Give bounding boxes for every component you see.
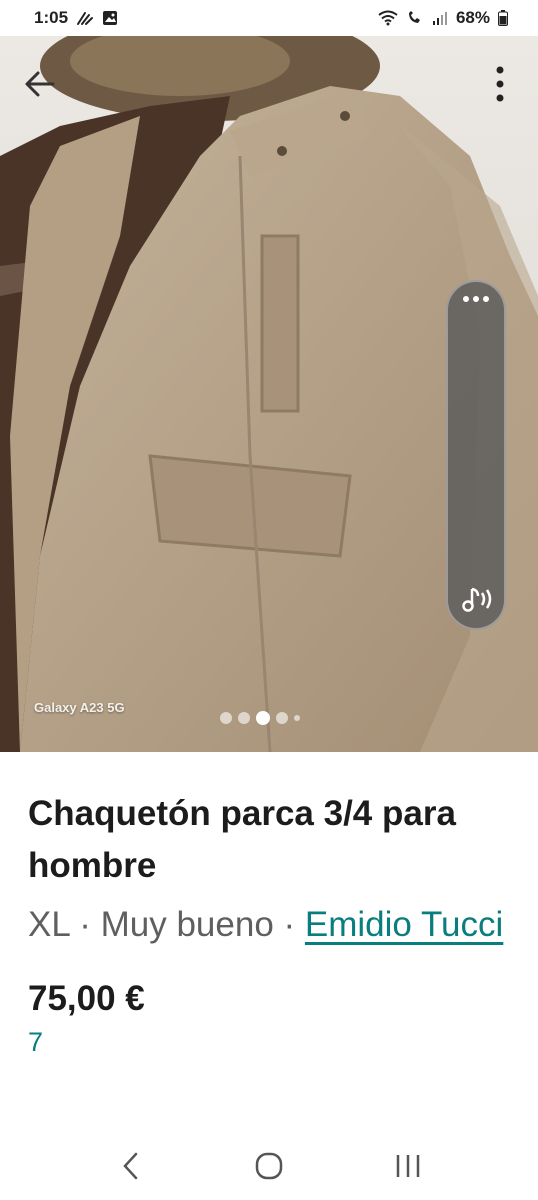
pager-dot[interactable] [276, 712, 288, 724]
nav-back-button[interactable] [100, 1141, 160, 1191]
pager-dot[interactable] [220, 712, 232, 724]
pager-dot[interactable] [294, 715, 300, 721]
panel-menu-button[interactable] [448, 296, 504, 302]
home-icon [255, 1152, 283, 1180]
dot-icon [473, 296, 479, 302]
recents-icon [397, 1155, 420, 1177]
call-icon [406, 10, 424, 26]
product-price: 75,00 € [28, 979, 145, 1018]
product-details: Chaquetón parca 3/4 para hombre XL · Muy… [0, 752, 538, 1132]
status-left: 1:05 [34, 8, 118, 28]
pager-dot[interactable] [238, 712, 250, 724]
meta-separator: · [69, 905, 101, 944]
product-photo[interactable]: Galaxy A23 5G [0, 36, 538, 752]
battery-percent: 68% [455, 8, 490, 27]
status-bar: 1:05 68% [0, 0, 538, 36]
product-meta: XL · Muy bueno · Emidio Tucci [28, 898, 508, 951]
audio-button[interactable] [458, 582, 498, 618]
gesture-icon [76, 10, 94, 26]
favorites-count[interactable]: 7 [28, 1025, 510, 1059]
arrow-left-icon [25, 71, 55, 97]
floating-side-panel[interactable] [446, 280, 506, 630]
back-button[interactable] [20, 64, 60, 104]
product-size: XL [28, 905, 70, 944]
image-pager[interactable] [220, 711, 300, 725]
signal-icon [432, 10, 448, 26]
wifi-icon [378, 10, 398, 26]
pager-dot-active[interactable] [256, 711, 270, 725]
chevron-left-icon [122, 1152, 137, 1180]
image-icon [102, 10, 118, 26]
dot-icon [483, 296, 489, 302]
more-options-button[interactable] [486, 62, 514, 106]
dot-icon [463, 296, 469, 302]
status-time: 1:05 [34, 8, 69, 27]
product-title: Chaquetón parca 3/4 para hombre [28, 794, 456, 885]
product-condition: Muy bueno [100, 905, 274, 944]
music-sound-icon [462, 587, 492, 612]
status-right: 68% [378, 8, 508, 28]
meta-separator: · [273, 905, 305, 944]
nav-home-button[interactable] [239, 1141, 299, 1191]
system-nav-bar [0, 1132, 538, 1200]
brand-link[interactable]: Emidio Tucci [305, 905, 503, 944]
battery-icon [498, 10, 508, 26]
more-vertical-icon [496, 66, 504, 102]
nav-recents-button[interactable] [378, 1141, 438, 1191]
photo-watermark: Galaxy A23 5G [34, 700, 125, 715]
